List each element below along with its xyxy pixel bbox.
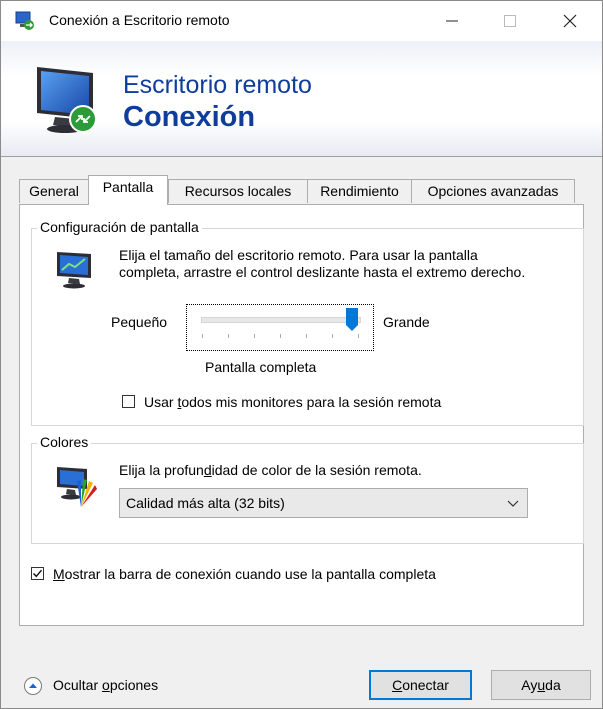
banner-title-line1: Escritorio remoto <box>123 71 312 99</box>
hide-options-accesskey: o <box>102 677 110 693</box>
banner: Escritorio remoto Conexión <box>1 41 602 157</box>
colors-description-end: idad de color de la sesión remota. <box>211 462 422 478</box>
connection-bar-label[interactable]: Mostrar la barra de conexión cuando use … <box>53 566 436 582</box>
colors-accesskey: d <box>203 462 212 478</box>
minimize-icon <box>446 20 458 22</box>
slider-tick <box>202 334 203 338</box>
help-accesskey: u <box>537 677 546 693</box>
slider-min-label: Pequeño <box>111 314 168 330</box>
maximize-button[interactable] <box>487 1 533 41</box>
display-size-slider[interactable] <box>186 304 374 351</box>
connection-bar-checkbox[interactable] <box>31 567 44 580</box>
help-button[interactable]: Ayuda <box>491 670 591 700</box>
connect-button[interactable]: Conectar <box>369 670 472 700</box>
all-monitors-label-start: Usar <box>144 394 178 410</box>
minimize-button[interactable] <box>429 1 475 41</box>
tab-rendimiento[interactable]: Rendimiento <box>307 179 412 203</box>
color-depth-dropdown[interactable]: Calidad más alta (32 bits) <box>119 488 528 518</box>
colors-description: Elija la profundidad de color de la sesi… <box>119 462 422 478</box>
slider-max-label: Grande <box>383 314 430 330</box>
all-monitors-checkbox[interactable] <box>122 395 135 408</box>
slider-tick <box>280 334 281 338</box>
colors-description-start: Elija la profun <box>119 462 204 478</box>
window-title: Conexión a Escritorio remoto <box>49 12 230 28</box>
connection-bar-accesskey: M <box>53 566 65 582</box>
slider-tick <box>332 334 333 338</box>
slider-tick <box>358 334 359 338</box>
checkmark-icon <box>33 569 43 578</box>
display-description: Elija el tamaño del escritorio remoto. P… <box>119 247 525 281</box>
connect-accesskey: C <box>392 677 403 693</box>
connect-label-end: onectar <box>402 677 449 693</box>
remote-desktop-icon <box>15 11 34 30</box>
display-settings-title: Configuración de pantalla <box>37 219 202 235</box>
chevron-down-icon <box>507 500 519 507</box>
hide-options-start: Ocultar <box>53 677 103 693</box>
banner-title-line2: Conexión <box>123 101 256 133</box>
tab-pantalla[interactable]: Pantalla <box>88 175 168 205</box>
slider-value-label: Pantalla completa <box>205 359 317 375</box>
slider-tick <box>254 334 255 338</box>
display-description-line1: Elija el tamaño del escritorio remoto. P… <box>119 247 478 263</box>
close-button[interactable] <box>547 1 593 41</box>
color-palette-icon <box>57 467 97 507</box>
all-monitors-label-end: odos mis monitores para la sesión remota <box>181 394 442 410</box>
color-depth-value: Calidad más alta (32 bits) <box>126 495 285 511</box>
maximize-icon <box>504 15 516 27</box>
tab-recursos-locales[interactable]: Recursos locales <box>168 179 308 203</box>
hide-options-end: pciones <box>109 677 159 693</box>
slider-tick <box>306 334 307 338</box>
slider-thumb[interactable] <box>346 308 358 332</box>
tab-opciones-avanzadas[interactable]: Opciones avanzadas <box>411 179 575 203</box>
tab-general[interactable]: General <box>19 179 89 203</box>
all-monitors-label[interactable]: Usar todos mis monitores para la sesión … <box>144 394 441 410</box>
help-label-end: da <box>545 677 561 693</box>
remote-desktop-window: Conexión a Escritorio remoto Escritorio … <box>0 0 603 709</box>
display-monitor-icon <box>57 252 91 289</box>
display-description-line2: completa, arrastre el control deslizante… <box>119 264 526 280</box>
slider-track <box>201 317 361 323</box>
slider-tick <box>228 334 229 338</box>
hide-options-link[interactable]: Ocultar opciones <box>53 677 158 693</box>
remote-monitor-icon <box>37 67 97 133</box>
help-label-start: Ay <box>521 677 538 693</box>
close-icon <box>563 14 577 28</box>
colors-title: Colores <box>37 434 92 450</box>
connection-bar-label-end: ostrar la barra de conexión cuando use l… <box>64 566 436 582</box>
chevron-up-circle-icon[interactable] <box>23 676 43 696</box>
title-bar: Conexión a Escritorio remoto <box>1 1 602 41</box>
